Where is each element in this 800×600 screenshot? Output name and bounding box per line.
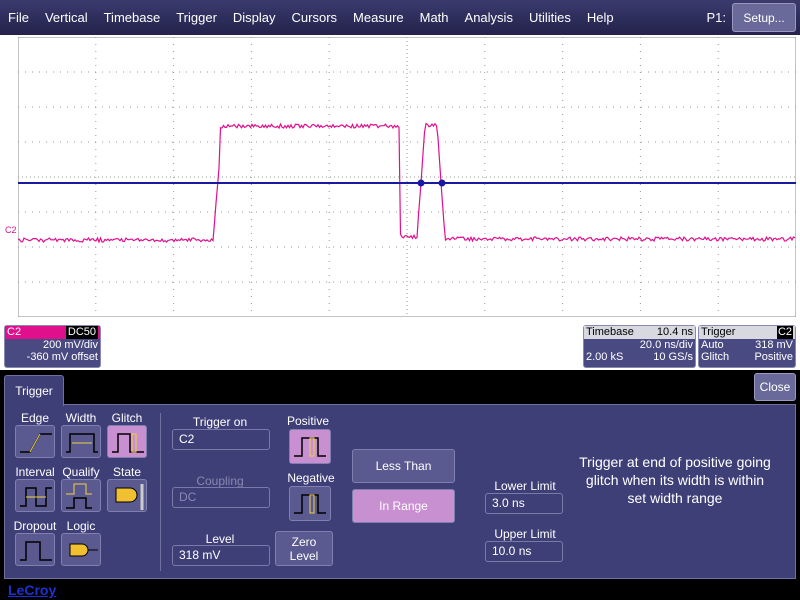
glitch-icon: [108, 426, 148, 459]
qualify-icon: [62, 480, 102, 513]
time-per-div: 20.0 ns/div: [640, 339, 693, 351]
timebase-descriptor[interactable]: Timebase 10.4 ns 20.0 ns/div 2.00 kS 10 GS…: [583, 325, 696, 368]
cursor-marker[interactable]: [439, 180, 446, 187]
negative-label: Negative: [283, 471, 339, 485]
trigger-type: Glitch: [701, 351, 729, 363]
menu-file[interactable]: File: [0, 10, 37, 25]
positive-label: Positive: [283, 414, 333, 428]
trigger-on-field[interactable]: C2: [172, 429, 270, 450]
waveform-grid: [18, 37, 796, 317]
logic-label: Logic: [55, 519, 107, 533]
menu-timebase[interactable]: Timebase: [96, 10, 169, 25]
close-button[interactable]: Close: [754, 373, 796, 401]
sample-rate: 10 GS/s: [653, 351, 693, 363]
logic-icon: [62, 534, 102, 567]
state-label: State: [101, 465, 153, 479]
interval-trigger-button[interactable]: [15, 479, 55, 512]
state-trigger-button[interactable]: [107, 479, 147, 512]
setup-button[interactable]: Setup...: [732, 3, 796, 32]
menu-measure[interactable]: Measure: [345, 10, 412, 25]
menu-vertical[interactable]: Vertical: [37, 10, 96, 25]
negative-pulse-icon: [290, 487, 330, 520]
width-label: Width: [55, 411, 107, 425]
edge-trigger-button[interactable]: [15, 425, 55, 458]
volts-per-div: 200 mV/div: [43, 339, 98, 351]
divider: [160, 413, 161, 571]
lower-limit-field[interactable]: 3.0 ns: [485, 493, 563, 514]
samples: 2.00 kS: [586, 351, 623, 363]
coupling-label: Coupling: [170, 474, 270, 488]
trigger-on-label: Trigger on: [170, 415, 270, 429]
less-than-button[interactable]: Less Than: [352, 449, 455, 483]
width-icon: [62, 426, 102, 459]
trigger-description: Trigger at end of positive going glitch …: [575, 453, 775, 507]
interval-icon: [16, 480, 56, 513]
dropout-icon: [16, 534, 56, 567]
channel-marker: C2: [5, 225, 17, 235]
menu-analysis[interactable]: Analysis: [457, 10, 521, 25]
tab-trigger[interactable]: Trigger: [4, 375, 64, 406]
state-icon: [108, 480, 148, 513]
glitch-trigger-button[interactable]: [107, 425, 147, 458]
lower-limit-label: Lower Limit: [485, 479, 565, 493]
trigger-dialog: Edge Width Glitch Interval Qualify State Dropo…: [4, 404, 796, 579]
menu-help[interactable]: Help: [579, 10, 622, 25]
coupling-badge: DC50: [66, 326, 98, 339]
timebase-delay: 10.4 ns: [657, 326, 693, 339]
level-field[interactable]: 318 mV: [172, 545, 270, 566]
logic-trigger-button[interactable]: [61, 533, 101, 566]
edge-icon: [16, 426, 56, 459]
trigger-title: Trigger: [701, 326, 735, 339]
waveform-display[interactable]: C2: [0, 35, 800, 370]
trigger-slope: Positive: [754, 351, 793, 363]
timebase-title: Timebase: [586, 326, 634, 339]
coupling-field: DC: [172, 487, 270, 508]
trigger-source: C2: [777, 326, 793, 339]
in-range-button[interactable]: In Range: [352, 489, 455, 523]
positive-button[interactable]: [289, 429, 331, 464]
p1-label: P1:: [706, 10, 726, 25]
trigger-descriptor[interactable]: Trigger C2 Auto 318 mV Glitch Positive: [698, 325, 796, 368]
glitch-label: Glitch: [101, 411, 153, 425]
qualify-trigger-button[interactable]: [61, 479, 101, 512]
dropout-trigger-button[interactable]: [15, 533, 55, 566]
channel-descriptor[interactable]: C2 DC50 200 mV/div -360 mV offset: [4, 325, 101, 368]
dropout-label: Dropout: [9, 519, 61, 533]
menu-display[interactable]: Display: [225, 10, 284, 25]
zero-level-button[interactable]: Zero Level: [275, 531, 333, 566]
cursor-marker[interactable]: [418, 180, 425, 187]
menu-utilities[interactable]: Utilities: [521, 10, 579, 25]
qualify-label: Qualify: [55, 465, 107, 479]
trigger-level: 318 mV: [755, 339, 793, 351]
menu-bar: File Vertical Timebase Trigger Display Cursor…: [0, 0, 800, 35]
channel-name: C2: [7, 326, 21, 339]
edge-label: Edge: [9, 411, 61, 425]
negative-button[interactable]: [289, 486, 331, 521]
menu-cursors[interactable]: Cursors: [284, 10, 346, 25]
menu-math[interactable]: Math: [412, 10, 457, 25]
trigger-mode: Auto: [701, 339, 724, 351]
upper-limit-label: Upper Limit: [485, 527, 565, 541]
offset: -360 mV offset: [27, 351, 98, 363]
interval-label: Interval: [9, 465, 61, 479]
upper-limit-field[interactable]: 10.0 ns: [485, 541, 563, 562]
level-label: Level: [170, 532, 270, 546]
menu-trigger[interactable]: Trigger: [168, 10, 225, 25]
lecroy-logo[interactable]: LeCroy: [8, 582, 56, 598]
width-trigger-button[interactable]: [61, 425, 101, 458]
positive-pulse-icon: [290, 430, 330, 463]
